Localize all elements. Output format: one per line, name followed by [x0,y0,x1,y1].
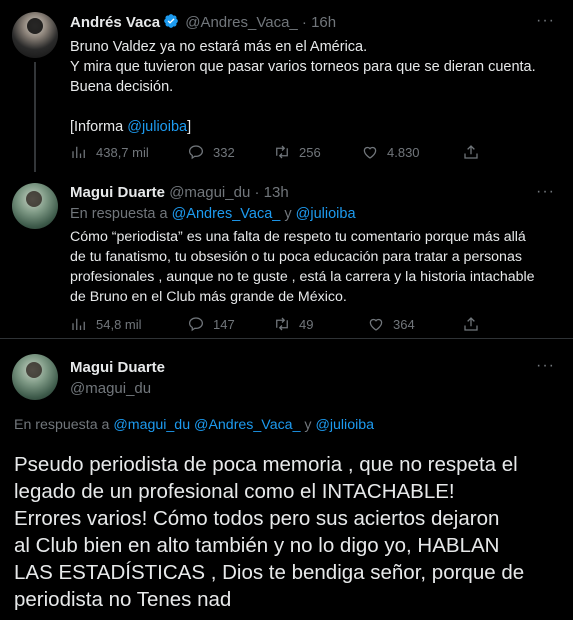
reply-count: 332 [213,144,235,160]
tweet-line: Cómo “periodista” es una falta de respet… [70,229,526,245]
tweet-text: Bruno Valdez ya no estará más en el Amér… [70,37,560,137]
author-handle[interactable]: @magui_du [70,380,165,397]
tweet-line: LAS ESTADÍSTICAS , Dios te bendiga señor… [14,561,525,584]
tweet-line: Pseudo periodista de poca memoria , que … [14,453,518,476]
tweet-actions: 54,8 mil 147 49 364 [70,315,490,337]
views-icon [72,146,85,158]
reply-context: En respuesta a @magui_du @Andres_Vaca_ y… [14,417,375,433]
heart-icon [369,318,383,331]
reply-count: 147 [213,316,235,332]
timestamp[interactable]: · 13h [254,184,288,201]
tweet-line: Buena decisión. [70,79,174,95]
retweet-count: 256 [299,144,321,160]
like-button[interactable]: 4.830 [361,143,420,161]
avatar[interactable] [12,354,58,400]
verified-badge-icon [164,14,178,28]
mention-link[interactable]: @Andres_Vaca_ [172,206,281,222]
avatar[interactable] [12,183,58,229]
author-name[interactable]: Magui Duarte [70,184,165,201]
tweet-line: de tu fanatismo, tu obsesión o tu poca e… [70,249,522,265]
reply-button[interactable]: 332 [187,143,235,161]
like-button[interactable]: 364 [367,315,415,333]
reply-icon [188,145,204,160]
reply-button[interactable]: 147 [187,315,235,333]
mention-link[interactable]: @julioiba [127,119,187,135]
tweet-magui-reply[interactable]: Magui Duarte @magui_du · 13h ··· En resp… [0,175,573,335]
more-options-icon[interactable]: ··· [536,183,555,201]
share-button[interactable] [462,143,480,161]
mention-link[interactable]: @Andres_Vaca_ [194,417,300,433]
tweet-andres[interactable]: Andrés Vaca @Andres_Vaca_ · 16h ··· Brun… [0,0,573,175]
tweet-line: periodista no Tenes nad [14,588,232,611]
heart-icon [363,146,377,159]
tweet-text: Pseudo periodista de poca memoria , que … [14,451,559,613]
avatar[interactable] [12,12,58,58]
retweet-button[interactable]: 49 [273,315,313,333]
retweet-count: 49 [299,316,314,332]
share-button[interactable] [462,315,480,333]
tweet-magui-focused[interactable]: Magui Duarte @magui_du ··· En respuesta … [0,339,573,620]
thread-line [34,62,36,172]
views-button[interactable]: 438,7 mil [70,143,149,161]
tweet-line: al Club bien en alto también y no lo dig… [14,534,500,557]
more-options-icon[interactable]: ··· [536,357,555,375]
reply-icon [188,317,204,332]
tweet-line: [Informa @julioiba] [70,119,192,135]
views-count: 54,8 mil [96,316,142,332]
mention-link[interactable]: @julioiba [315,417,374,433]
views-icon [72,318,85,330]
tweet-actions: 438,7 mil 332 256 4.830 [70,143,490,165]
tweet-text: Cómo “periodista” es una falta de respet… [70,227,565,307]
mention-link[interactable]: @julioiba [296,206,356,222]
more-options-icon[interactable]: ··· [536,12,555,30]
author-handle[interactable]: @Andres_Vaca_ [185,14,298,31]
author-name[interactable]: Andrés Vaca [70,14,160,31]
retweet-icon [276,317,288,331]
retweet-icon [276,145,288,159]
like-count: 4.830 [387,144,420,160]
tweet-line: Y mira que tuvieron que pasar varios tor… [70,59,536,75]
share-icon [464,145,478,159]
retweet-button[interactable]: 256 [273,143,321,161]
like-count: 364 [393,316,415,332]
views-button[interactable]: 54,8 mil [70,315,142,333]
tweet-line: de Bruno en el Club más grande de México… [70,289,347,305]
mention-link[interactable]: @magui_du [113,417,190,433]
timestamp[interactable]: · 16h [302,14,336,31]
views-count: 438,7 mil [96,144,149,160]
tweet-line: profesionales , aunque no te guste , est… [70,269,535,285]
share-icon [464,317,478,331]
tweet-line: legado de un profesional como el INTACHA… [14,480,455,503]
author-name[interactable]: Magui Duarte [70,359,165,376]
tweet-line: Bruno Valdez ya no estará más en el Amér… [70,39,368,55]
tweet-line: Errores varios! Cómo todos pero sus acie… [14,507,500,530]
author-handle[interactable]: @magui_du [169,184,250,201]
reply-context: En respuesta a @Andres_Vaca_ y @julioiba [70,206,356,222]
